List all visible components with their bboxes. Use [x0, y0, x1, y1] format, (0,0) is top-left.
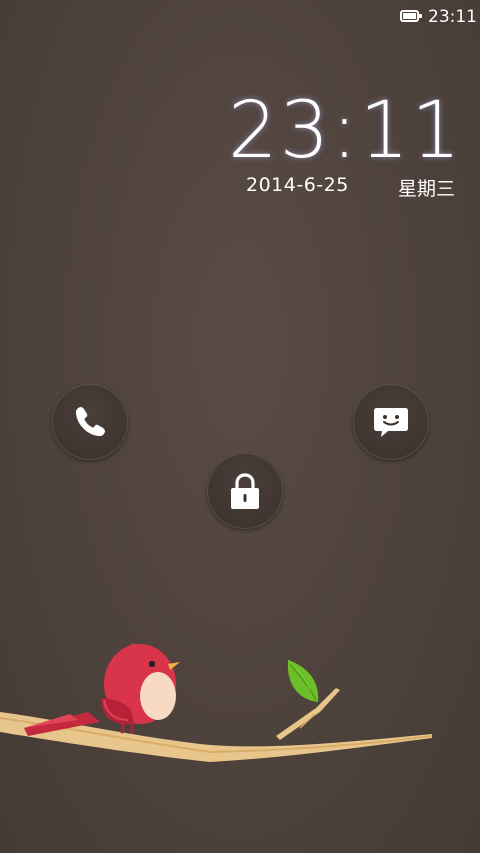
lockscreen-weekday: 星期三	[398, 178, 456, 200]
lockscreen-clock: 23:11	[228, 86, 463, 176]
message-icon	[374, 408, 408, 437]
phone-icon	[76, 407, 105, 436]
phone-shortcut-button[interactable]	[52, 384, 128, 460]
lock-icon	[231, 473, 259, 509]
wallpaper-illustration	[0, 643, 433, 762]
status-time: 23:11	[428, 7, 477, 27]
message-shortcut-button[interactable]	[353, 384, 429, 460]
battery-icon	[400, 10, 422, 22]
unlock-button[interactable]	[207, 453, 283, 529]
leaf-icon	[287, 659, 319, 702]
status-bar: 23:11	[0, 0, 480, 36]
lockscreen-date: 2014-6-25	[246, 174, 349, 196]
bird-icon	[24, 643, 180, 736]
